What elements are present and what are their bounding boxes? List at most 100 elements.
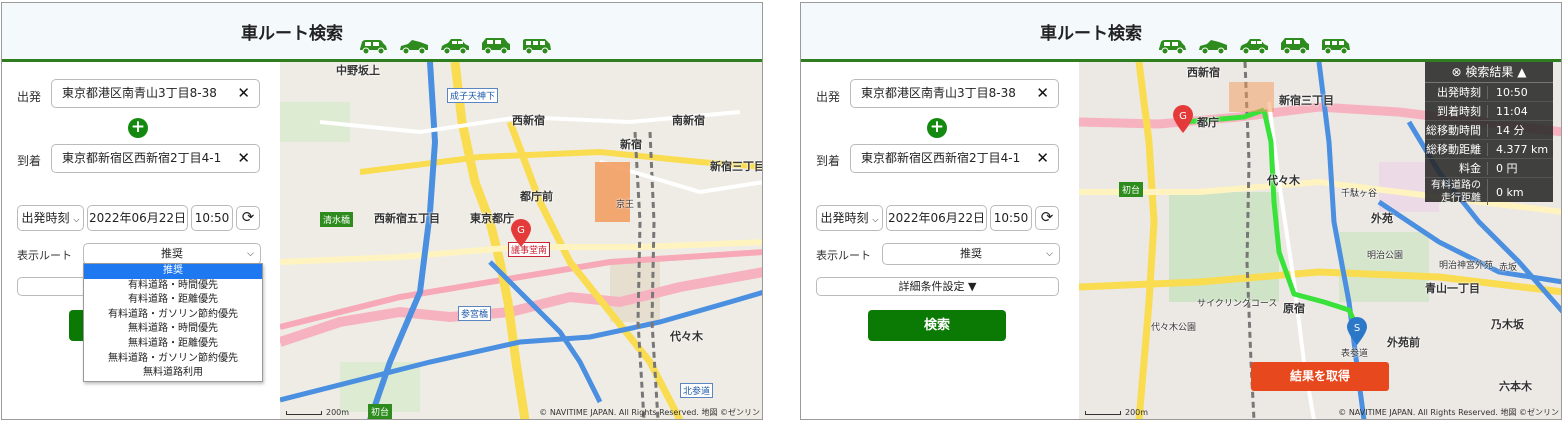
dest-field[interactable]: 東京都新宿区西新宿2丁目4-1 ✕ [51,144,260,173]
origin-label: 出発 [816,90,841,104]
map-label: 初台 [1119,182,1144,197]
time-mode-select[interactable]: 出発時刻 ⌵ [17,205,84,231]
map-label: 新宿三丁目 [710,160,763,173]
route-option[interactable]: 有料道路・ガソリン節約優先 [84,308,262,323]
date-value: 2022年06月22日 [887,211,986,225]
route-option[interactable]: 無料道路利用 [84,366,262,381]
map-label: 中野坂上 [336,64,380,77]
map-label: 代々木 [670,330,703,343]
result-row: 到着時刻 11:04 [1425,102,1553,121]
time-field[interactable]: 10:50 [191,205,233,231]
car-icon [482,38,510,55]
map-label: 明治神宮外苑 [1439,261,1494,271]
date-value: 2022年06月22日 [88,211,187,225]
close-icon[interactable]: ✕ [1036,80,1049,107]
result-key: 料金 [1425,161,1488,175]
dest-field[interactable]: 東京都新宿区西新宿2丁目4-1 ✕ [850,144,1059,173]
detail-button-partial[interactable] [17,277,87,296]
origin-field[interactable]: 東京都港区南青山3丁目8-38 ✕ [850,79,1059,108]
svg-text:G: G [517,225,525,236]
route-option[interactable]: 無料道路・時間優先 [84,322,262,337]
header: 車ルート検索 [801,3,1561,62]
map-label: 新宿 [620,138,642,151]
route-option[interactable]: 無料道路・ガソリン節約優先 [84,352,262,367]
car-icon [1240,39,1268,55]
route-select-value: 推奨 [161,247,183,260]
date-field[interactable]: 2022年06月22日 [886,205,987,231]
map-scale: 200m [1085,408,1148,417]
dest-value: 東京都新宿区西新宿2丁目4-1 [861,151,1021,165]
close-icon[interactable]: ⊗ [1452,65,1462,79]
result-value: 11:04 [1496,104,1528,118]
car-icon [400,40,428,55]
result-key: 出発時刻 [1425,85,1488,99]
map-label: 青山一丁目 [1425,282,1480,295]
result-row: 総移動時間 14 分 [1425,121,1553,140]
origin-field[interactable]: 東京都港区南青山3丁目8-38 ✕ [51,79,260,108]
route-select[interactable]: 推奨 ⌵ [882,243,1060,265]
map-label: 東京都庁 [470,212,514,225]
map-label: 京王 [616,200,635,210]
triangle-up-icon: ▲ [1517,65,1527,79]
car-icon [1281,38,1309,55]
map-label: 都庁前 [520,190,553,203]
time-mode-select[interactable]: 出発時刻 ⌵ [816,205,883,231]
chevron-down-icon: ⌵ [872,215,879,224]
result-title: 検索結果 [1465,65,1514,79]
chevron-down-icon: ⌵ [73,215,80,224]
map-label: 西新宿 [1187,66,1220,79]
result-key: 総移動時間 [1425,123,1488,137]
car-icons [1156,35,1352,55]
chevron-down-icon: ⌵ [247,249,254,259]
route-option[interactable]: 無料道路・距離優先 [84,337,262,352]
result-header[interactable]: ⊗ 検索結果 ▲ [1425,62,1553,83]
route-dropdown: 推奨 有料道路・時間優先 有料道路・距離優先 有料道路・ガソリン節約優先 無料道… [83,263,263,382]
result-value: 14 分 [1496,124,1525,137]
search-button[interactable]: 検索 [868,310,1006,341]
detail-settings-button[interactable]: 詳細条件設定 ▼ [816,277,1059,296]
car-icon [1199,40,1227,55]
plus-icon[interactable]: + [927,118,947,138]
route-option[interactable]: 推奨 [84,264,262,279]
plus-icon[interactable]: + [128,118,148,138]
get-result-button[interactable]: 結果を取得 [1251,362,1389,391]
map-label: 初台 [368,404,393,419]
start-pin-icon: S [1347,317,1367,345]
time-value: 10:50 [194,211,230,225]
car-icon [360,40,387,55]
close-icon[interactable]: ✕ [237,80,250,107]
map-label: 参宮橋 [458,306,492,321]
map-copyright: © NAVITIME JAPAN. All Rights Reserved. 地… [1338,408,1559,417]
origin-label: 出発 [17,90,42,104]
chevron-down-icon: ⌵ [1046,249,1053,259]
result-row: 出発時刻 10:50 [1425,83,1553,102]
result-panel: ⊗ 検索結果 ▲ 出発時刻 10:50 到着時刻 11:04 総移動時間 14 分 総… [1425,62,1553,205]
map-label: 乃木坂 [1491,318,1524,331]
detail-settings-label: 詳細条件設定 [898,280,965,293]
date-field[interactable]: 2022年06月22日 [87,205,188,231]
refresh-icon[interactable]: ⟳ [236,206,260,230]
left-panel: 車ルート検索 出発 東京都港区南青山3丁目8-38 ✕ + 到着 東京都新宿区西… [1,2,763,420]
close-icon[interactable]: ✕ [1036,145,1049,172]
route-label: 表示ルート [17,249,72,262]
result-row: 料金 0 円 [1425,159,1553,178]
route-select[interactable]: 推奨 ⌵ [83,243,261,265]
route-option[interactable]: 有料道路・距離優先 [84,293,262,308]
time-field[interactable]: 10:50 [990,205,1032,231]
map-label: 都庁 [1197,116,1219,129]
svg-text:S: S [1354,323,1360,334]
map[interactable]: 中野坂上 成子天神下 西新宿 新宿 都庁前 西新宿五丁目 東京都庁 議事堂南 代… [280,62,763,419]
map-label: 外苑前 [1387,336,1420,349]
goal-pin-icon: G [1173,105,1193,133]
origin-value: 東京都港区南青山3丁目8-38 [861,86,1016,100]
result-value: 0 円 [1496,162,1518,175]
close-icon[interactable]: ✕ [237,145,250,172]
map[interactable]: 西新宿 新宿三丁目 都庁 代々木 千駄ヶ谷 外苑前 青山一丁目 乃木坂 表参道 … [1079,62,1561,419]
svg-text:G: G [1179,111,1187,122]
map-label: 西新宿 [512,114,545,127]
map-label: 代々木公園 [1151,323,1197,333]
map-label: 赤坂 [1499,263,1518,273]
refresh-icon[interactable]: ⟳ [1035,206,1059,230]
route-option[interactable]: 有料道路・時間優先 [84,279,262,294]
route-label: 表示ルート [816,249,871,262]
